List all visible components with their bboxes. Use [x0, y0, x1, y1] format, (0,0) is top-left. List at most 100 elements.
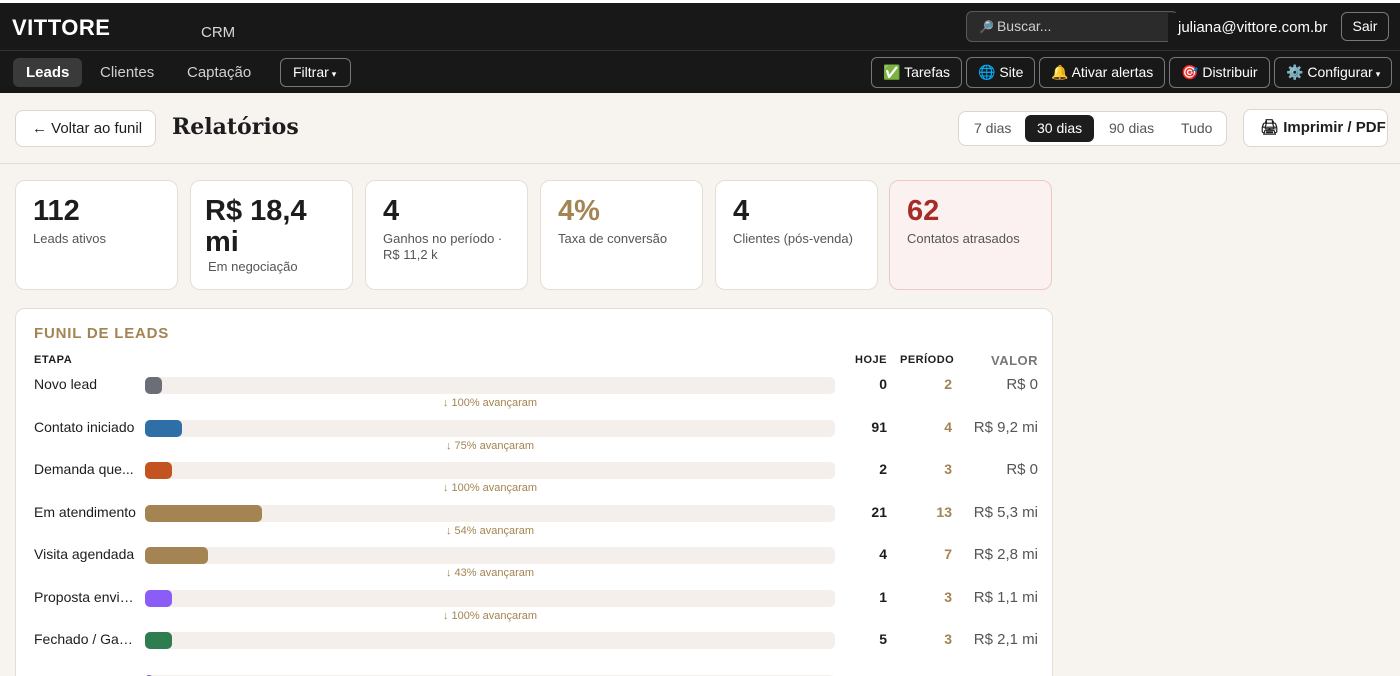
- funnel-advance-rate: ↓ 43% avançaram: [445, 567, 535, 579]
- search-input[interactable]: 🔎 Buscar...: [966, 11, 1178, 42]
- kpi-value: 4%: [558, 195, 600, 227]
- page-title: Relatórios: [172, 114, 299, 140]
- funnel-period-count: 7: [944, 546, 952, 562]
- funnel-advance-rate: ↓ 75% avançaram: [445, 440, 535, 452]
- funnel-advance-rate: ↓ 54% avançaram: [445, 525, 535, 537]
- funnel-stage-value: R$ 1,1 mi: [973, 589, 1038, 606]
- tasks-label: Tarefas: [904, 64, 950, 80]
- funnel-stage-value: R$ 2,1 mi: [973, 631, 1038, 648]
- kpi-won-in-period: 4 Ganhos no período · R$ 11,2 k: [365, 180, 528, 290]
- funnel-bar-track: [145, 462, 835, 479]
- funnel-bar-fill: [145, 632, 172, 649]
- funnel-today-count: 1: [879, 589, 887, 605]
- tasks-button[interactable]: ✅ Tarefas: [871, 57, 962, 88]
- distribute-button[interactable]: 🎯 Distribuir: [1169, 57, 1270, 88]
- configure-dropdown[interactable]: ⚙️ Configurar ▾: [1274, 57, 1393, 88]
- funnel-today-count: 5: [879, 631, 887, 647]
- funnel-today-count: 0: [879, 376, 887, 392]
- brand-logo[interactable]: VITTORE: [12, 15, 110, 41]
- funnel-stage-name: Proposta envia...: [34, 589, 138, 605]
- funnel-bar-track: [145, 547, 835, 564]
- funnel-bar-fill: [145, 547, 208, 564]
- funnel-stage-name: Em atendimento: [34, 504, 136, 520]
- kpi-value: R$ 18,4 mi: [205, 195, 307, 258]
- site-label: Site: [999, 64, 1024, 80]
- distribute-label: Distribuir: [1202, 64, 1258, 80]
- globe-icon: 🌐: [978, 64, 996, 80]
- kpi-label: Contatos atrasados: [907, 231, 1020, 246]
- chevron-down-icon: ▾: [1375, 69, 1381, 79]
- funnel-stage-value: R$ 5,3 mi: [973, 504, 1038, 521]
- funnel-bar-track: [145, 590, 835, 607]
- kpi-label: Taxa de conversão: [558, 231, 668, 246]
- tab-clientes[interactable]: Clientes: [87, 58, 167, 87]
- funnel-period-count: 3: [944, 589, 952, 605]
- range-all[interactable]: Tudo: [1169, 115, 1224, 142]
- column-header-value: VALOR: [991, 353, 1039, 368]
- back-to-funnel-button[interactable]: ← Voltar ao funil: [15, 110, 156, 147]
- funnel-advance-rate: ↓ 100% avançaram: [442, 610, 538, 622]
- funnel-today-count: 2: [879, 461, 887, 477]
- funnel-period-count: 4: [944, 419, 952, 435]
- kpi-label: Clientes (pós-venda): [733, 231, 853, 246]
- funnel-bar-fill: [145, 590, 172, 607]
- kpi-label: Ganhos no período · R$ 11,2 k: [383, 231, 503, 262]
- funnel-stage-value: R$ 0: [1006, 376, 1038, 393]
- funnel-stage-name: Visita agendada: [34, 546, 135, 562]
- funnel-advance-rate: ↓ 100% avançaram: [442, 397, 538, 409]
- enable-alerts-button[interactable]: 🔔 Ativar alertas: [1039, 57, 1166, 88]
- funnel-bar-track: [145, 632, 835, 649]
- kpi-value: 4: [383, 195, 400, 227]
- funnel-stage-name: Fechado / Gan...: [34, 631, 138, 647]
- funnel-bar-track: [145, 505, 835, 522]
- funnel-stage-name: Novo lead: [34, 376, 98, 392]
- filter-label: Filtrar: [293, 64, 329, 80]
- search-placeholder: Buscar...: [996, 18, 1052, 34]
- range-30-days[interactable]: 30 dias: [1025, 115, 1095, 142]
- funnel-bar-track: [145, 377, 835, 394]
- range-90-days[interactable]: 90 dias: [1097, 115, 1166, 142]
- crm-label: CRM: [201, 24, 236, 41]
- funnel-advance-rate: ↓ 100% avançaram: [442, 482, 538, 494]
- gear-icon: ⚙️: [1286, 64, 1304, 80]
- funnel-stage-value: R$ 2,8 mi: [973, 546, 1038, 563]
- funnel-stage-value: R$ 0: [1006, 461, 1038, 478]
- kpi-clients-post-sale: 4 Clientes (pós-venda): [715, 180, 878, 290]
- range-7-days[interactable]: 7 dias: [962, 115, 1023, 142]
- column-header-stage: ETAPA: [34, 354, 73, 366]
- target-icon: 🎯: [1181, 64, 1199, 80]
- kpi-label: Em negociação: [208, 259, 298, 274]
- funnel-today-count: 21: [871, 504, 887, 520]
- funnel-stage-name: Contato iniciado: [34, 419, 135, 435]
- funnel-bar-fill: [145, 505, 262, 522]
- filter-dropdown[interactable]: Filtrar ▾: [280, 58, 351, 87]
- funnel-stage-name: Demanda que...: [34, 461, 134, 477]
- funnel-bar-fill: [145, 420, 182, 437]
- kpi-value: 112: [33, 195, 80, 227]
- kpi-value: 62: [907, 195, 940, 227]
- logout-button[interactable]: Sair: [1341, 12, 1389, 41]
- date-range-selector: 7 dias 30 dias 90 dias Tudo: [958, 111, 1227, 146]
- bell-icon: 🔔: [1051, 64, 1069, 80]
- kpi-conversion-rate: 4% Taxa de conversão: [540, 180, 703, 290]
- configure-label: Configurar: [1307, 64, 1373, 80]
- print-pdf-button[interactable]: 🖨 Imprimir / PDF: [1243, 109, 1388, 147]
- funnel-stage-value: R$ 9,2 mi: [973, 419, 1038, 436]
- funnel-today-count: 4: [879, 546, 887, 562]
- kpi-active-leads: 112 Leads ativos: [15, 180, 178, 290]
- check-icon: ✅: [883, 64, 901, 80]
- funnel-period-count: 2: [944, 376, 952, 392]
- site-button[interactable]: 🌐 Site: [966, 57, 1036, 88]
- lead-funnel-panel: FUNIL DE LEADS ETAPA HOJE PERÍODO VALOR …: [15, 308, 1053, 676]
- top-bar: VITTORE CRM 🔎 Buscar... juliana@vittore.c…: [0, 0, 1400, 50]
- nav-bar: Leads Clientes Captação Filtrar ▾ ✅ Taref…: [0, 50, 1400, 93]
- tab-leads[interactable]: Leads: [13, 58, 83, 87]
- user-email: juliana@vittore.com.br: [1168, 13, 1338, 43]
- funnel-period-count: 3: [944, 461, 952, 477]
- funnel-bar-track: [145, 420, 835, 437]
- kpi-in-negotiation: R$ 18,4 mi Em negociação: [190, 180, 353, 290]
- tab-captacao[interactable]: Captação: [174, 58, 264, 87]
- kpi-overdue-contacts[interactable]: 62 Contatos atrasados: [889, 180, 1052, 290]
- column-header-today: HOJE: [855, 354, 887, 366]
- funnel-today-count: 91: [871, 419, 887, 435]
